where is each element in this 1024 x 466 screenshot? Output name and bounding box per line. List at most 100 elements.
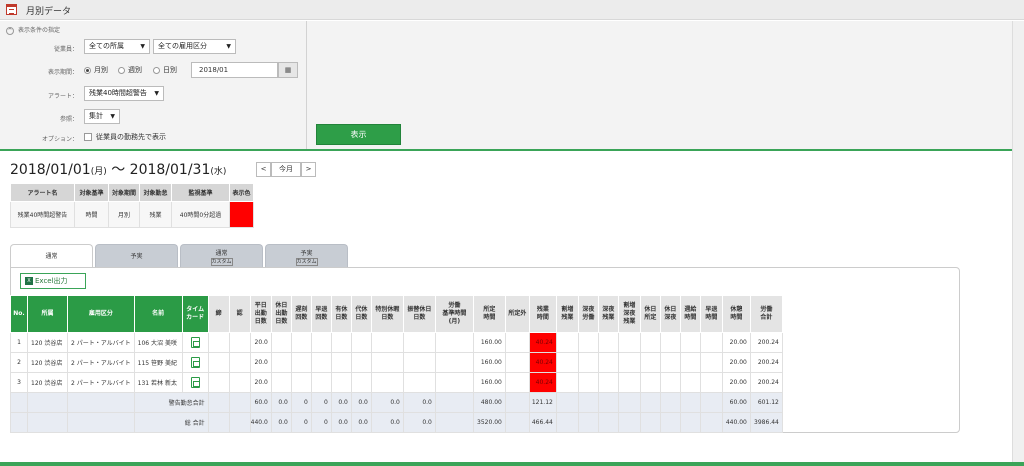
column-header[interactable]: 振替休日 日数 xyxy=(402,295,436,333)
table-cell xyxy=(504,352,530,373)
table-cell: 40.24 xyxy=(528,352,557,373)
column-header[interactable]: 所定外 xyxy=(504,295,530,333)
column-header[interactable]: 割増 深夜 残業 xyxy=(617,295,641,333)
column-header[interactable]: 割増 残業 xyxy=(555,295,579,333)
chevron-up-icon: ^ xyxy=(6,26,14,35)
table-row: 3 120 渋谷店 2 パート・アルバイト 131 若林 新太 20.0 160.00 40… xyxy=(10,372,783,393)
column-header[interactable]: 所定 時間 xyxy=(472,295,506,333)
column-header[interactable]: 認 xyxy=(228,295,251,333)
date-range: 2018/01/01(月) 〜 2018/01/31(水) xyxy=(10,162,227,178)
tab-plan-actual-custom[interactable]: 予実 カスタム xyxy=(265,244,348,268)
show-button[interactable]: 表示 xyxy=(316,124,401,145)
column-header[interactable]: 特別休暇 日数 xyxy=(370,295,404,333)
timecard-cell[interactable] xyxy=(181,352,209,373)
column-header[interactable]: 残業 時間 xyxy=(528,295,557,333)
range-end: 2018/01/31 xyxy=(129,162,211,178)
this-month-button[interactable]: 今月 xyxy=(271,162,301,177)
column-header[interactable]: 深夜 残業 xyxy=(597,295,619,333)
table-cell xyxy=(228,332,251,353)
column-header[interactable]: 休憩 時間 xyxy=(721,295,751,333)
table-cell xyxy=(330,332,352,353)
tab-label: 通常 xyxy=(215,250,228,257)
alert-header: 監視基準 xyxy=(171,183,230,202)
tab-plan-actual[interactable]: 予実 xyxy=(95,244,178,268)
alert-label: アラート： xyxy=(47,93,78,100)
window-title: 月別データ xyxy=(26,7,72,17)
timecard-cell[interactable] xyxy=(181,332,209,353)
timecard-icon[interactable] xyxy=(190,377,200,388)
tab-normal-custom[interactable]: 通常 カスタム xyxy=(180,244,263,268)
column-header[interactable]: 深夜 労働 xyxy=(577,295,599,333)
table-cell: 40.24 xyxy=(528,332,557,353)
prev-month-button[interactable]: < xyxy=(256,162,271,177)
column-header[interactable]: 休日 深夜 xyxy=(659,295,681,333)
table-cell xyxy=(617,332,641,353)
column-header[interactable]: 平日 出勤 日数 xyxy=(249,295,272,333)
table-cell xyxy=(350,332,372,353)
excel-export-button[interactable]: X Excel出力 xyxy=(20,273,86,289)
table-cell: 131 若林 新太 xyxy=(133,372,183,393)
table-cell xyxy=(577,392,599,413)
column-header[interactable]: 所属 xyxy=(27,295,68,333)
column-header[interactable]: タイム カード xyxy=(181,295,209,333)
table-cell xyxy=(679,392,701,413)
column-header[interactable]: 労働 合計 xyxy=(749,295,783,333)
column-header[interactable]: 名前 xyxy=(133,295,183,333)
range-start-dow: 月 xyxy=(94,167,104,177)
column-header[interactable]: 休日 出勤 日数 xyxy=(270,295,292,333)
column-header[interactable]: 代休 日数 xyxy=(350,295,372,333)
timecard-cell[interactable] xyxy=(181,372,209,393)
tab-normal[interactable]: 通常 xyxy=(10,244,93,269)
table-cell xyxy=(679,372,701,393)
scrollbar[interactable] xyxy=(1012,21,1024,466)
radio-label: 月別 xyxy=(94,66,108,74)
table-cell xyxy=(699,392,723,413)
condition-toggle[interactable]: ^ 表示条件の指定 xyxy=(6,25,60,35)
employment-type-select-value: 全ての雇用区分 xyxy=(158,42,207,50)
radio-icon xyxy=(118,66,125,74)
table-cell: 20.00 xyxy=(721,332,751,353)
column-header[interactable]: 遅刻 回数 xyxy=(290,295,312,333)
employment-type-select[interactable]: 全ての雇用区分 ▼ xyxy=(153,39,236,54)
column-header[interactable]: 早退 時間 xyxy=(699,295,723,333)
alert-header: 対象勤怠 xyxy=(139,183,172,202)
radio-icon xyxy=(153,66,160,74)
timecard-icon[interactable] xyxy=(190,357,200,368)
table-cell: 160.00 xyxy=(472,352,506,373)
table-cell xyxy=(228,372,251,393)
alert-table: アラート名 対象基準 対象期間 対象勤怠 監視基準 表示色 残業40時間超警告 … xyxy=(10,183,254,228)
timecard-icon[interactable] xyxy=(190,337,200,348)
table-cell: 200.24 xyxy=(749,332,783,353)
table-cell xyxy=(577,332,599,353)
column-header[interactable]: 労働 基準時間 (月) xyxy=(434,295,474,333)
column-header[interactable]: 雇用区分 xyxy=(67,295,135,333)
column-header[interactable]: 締 xyxy=(207,295,230,333)
period-radio-weekly[interactable]: 週別 xyxy=(118,65,142,75)
reference-label: 参照： xyxy=(59,116,78,123)
table-cell xyxy=(310,352,332,373)
column-header[interactable]: 早退 回数 xyxy=(310,295,332,333)
period-radio-monthly[interactable]: 月別 xyxy=(84,65,108,75)
workplace-checkbox[interactable] xyxy=(84,133,92,141)
table-cell xyxy=(10,412,28,433)
column-header[interactable]: 週給 時間 xyxy=(679,295,701,333)
table-cell: 0.0 xyxy=(330,392,352,413)
month-input[interactable]: 2018/01 xyxy=(191,62,278,78)
calendar-button[interactable]: ▦ xyxy=(278,62,298,78)
column-header[interactable]: No. xyxy=(10,295,28,333)
table-cell xyxy=(207,412,230,433)
period-radio-daily[interactable]: 日別 xyxy=(153,65,177,75)
alert-select[interactable]: 残業40時間超警告 ▼ xyxy=(84,86,164,101)
column-header[interactable]: 休日 所定 xyxy=(639,295,661,333)
next-month-button[interactable]: > xyxy=(301,162,316,177)
column-header[interactable]: 有休 日数 xyxy=(330,295,352,333)
alert-header: 対象期間 xyxy=(108,183,140,202)
alert-cell: 時間 xyxy=(74,201,109,228)
table-cell xyxy=(402,332,436,353)
summary-row: 警告勤怠合計 60.0 0.0 0 0 0.0 0.0 0.0 0.0 480.00 121.12 6… xyxy=(10,392,783,413)
reference-select[interactable]: 集計 ▼ xyxy=(84,109,120,124)
table-cell: 1 xyxy=(10,332,28,353)
alert-cell: 残業40時間超警告 xyxy=(10,201,75,228)
department-select[interactable]: 全ての所属 ▼ xyxy=(84,39,150,54)
alert-cell: 月別 xyxy=(108,201,140,228)
